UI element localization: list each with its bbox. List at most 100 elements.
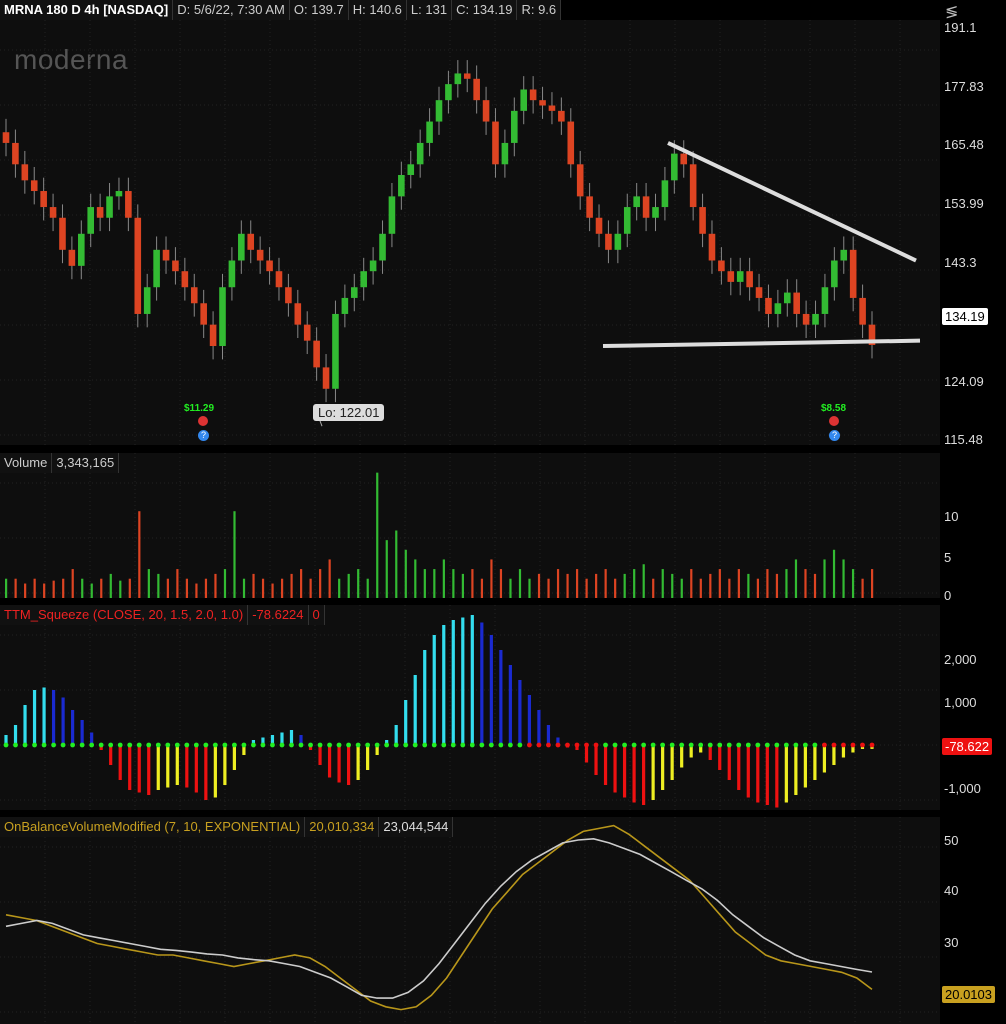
volume-label[interactable]: Volume <box>0 453 53 473</box>
volume-bar <box>300 569 303 598</box>
squeeze-dot <box>755 742 761 748</box>
volume-bar <box>671 573 674 598</box>
price-tick: 115.48 <box>944 432 983 447</box>
candle <box>172 260 179 272</box>
candle <box>501 142 509 165</box>
squeeze-label[interactable]: TTM_Squeeze (CLOSE, 20, 1.5, 2.0, 1.0) <box>0 605 249 625</box>
volume-bar <box>176 569 179 598</box>
volume-bar <box>347 573 350 598</box>
squeeze-bar <box>670 745 674 780</box>
squeeze-bar <box>765 745 769 805</box>
info-icon[interactable]: ? <box>829 430 840 441</box>
volume-bar <box>195 583 198 598</box>
squeeze-bar <box>423 650 427 745</box>
volume-bar <box>528 578 531 598</box>
candle <box>511 110 518 143</box>
squeeze-chart[interactable] <box>0 605 940 810</box>
squeeze-dot <box>374 742 380 748</box>
squeeze-dot <box>745 742 751 748</box>
volume-header: Volume 3,343,165 <box>0 453 120 473</box>
squeeze-bar <box>109 745 113 765</box>
volume-bar <box>794 559 798 598</box>
volume-bar <box>842 559 845 598</box>
volume-bar <box>471 569 474 598</box>
symbol-label[interactable]: MRNA 180 D 4h [NASDAQ] <box>0 0 174 20</box>
candle <box>219 287 226 347</box>
squeeze-bar <box>727 745 731 780</box>
squeeze-dot <box>450 742 456 748</box>
obv-tick: 30 <box>944 935 959 950</box>
squeeze-dot <box>736 742 742 748</box>
squeeze-dot <box>108 742 114 748</box>
squeeze-dot <box>155 742 161 748</box>
price-tick: 191.1 <box>944 20 977 35</box>
obv-label[interactable]: OnBalanceVolumeModified (7, 10, EXPONENT… <box>0 817 306 837</box>
volume-bar <box>52 580 55 598</box>
candle <box>322 367 330 389</box>
volume-bar <box>290 573 293 598</box>
volume-bar <box>252 573 255 598</box>
volume-bar <box>223 569 227 598</box>
volume-bar <box>366 578 369 598</box>
squeeze-dot <box>32 742 37 748</box>
squeeze-dot <box>127 742 133 748</box>
candle <box>416 142 424 165</box>
squeeze-bar <box>185 745 189 788</box>
squeeze-dot <box>783 742 789 748</box>
squeeze-bar <box>622 745 627 798</box>
squeeze-bar <box>42 687 46 745</box>
dividend-icon[interactable] <box>198 416 208 426</box>
candle <box>614 233 622 250</box>
candle <box>360 271 367 288</box>
squeeze-dot <box>774 742 780 748</box>
squeeze-bar <box>156 745 160 790</box>
price-tick: 124.09 <box>944 374 984 389</box>
squeeze-bar <box>527 695 532 745</box>
squeeze-bar <box>413 675 417 745</box>
info-icon[interactable]: ? <box>198 430 209 441</box>
candle <box>106 196 113 218</box>
squeeze-dot <box>650 742 656 748</box>
dividend-icon[interactable] <box>829 416 839 426</box>
squeeze-dot <box>22 742 28 748</box>
candle <box>209 324 217 347</box>
obv-chart[interactable] <box>0 817 940 1024</box>
obv-value-2: 23,044,544 <box>379 817 454 837</box>
volume-bar <box>138 511 141 598</box>
squeeze-bar <box>584 745 589 763</box>
volume-bar <box>81 578 84 598</box>
obv-pane <box>0 817 940 1024</box>
squeeze-dot <box>146 742 152 748</box>
squeeze-dot <box>174 742 180 748</box>
squeeze-bar <box>166 745 170 788</box>
candle <box>793 292 800 314</box>
candle <box>699 207 706 234</box>
squeeze-bar <box>147 745 151 795</box>
price-header: MRNA 180 D 4h [NASDAQ] D: 5/6/22, 7:30 A… <box>0 0 562 20</box>
volume-chart[interactable] <box>0 453 940 598</box>
volume-bar <box>585 578 588 598</box>
squeeze-dot <box>346 742 351 748</box>
high-label: H: 140.6 <box>348 0 407 20</box>
volume-bar <box>461 573 464 598</box>
volume-bar <box>785 569 788 598</box>
volume-bar <box>509 578 512 598</box>
squeeze-dot <box>165 742 171 748</box>
price-chart[interactable] <box>0 20 940 445</box>
collapse-icon[interactable]: ≶ <box>945 2 958 22</box>
volume-bar <box>128 578 131 598</box>
candle <box>576 164 584 197</box>
candle <box>482 100 490 122</box>
candle <box>190 287 198 304</box>
squeeze-dot <box>498 742 504 748</box>
squeeze-dot <box>98 742 104 748</box>
low-label: L: 131 <box>406 0 453 20</box>
squeeze-dot <box>488 742 494 748</box>
squeeze-dot <box>469 742 475 748</box>
candle <box>303 324 311 341</box>
squeeze-dot <box>70 742 76 748</box>
squeeze-dot <box>212 742 218 748</box>
squeeze-dot <box>460 742 466 748</box>
squeeze-bar <box>775 745 779 808</box>
squeeze-dot <box>241 742 247 748</box>
